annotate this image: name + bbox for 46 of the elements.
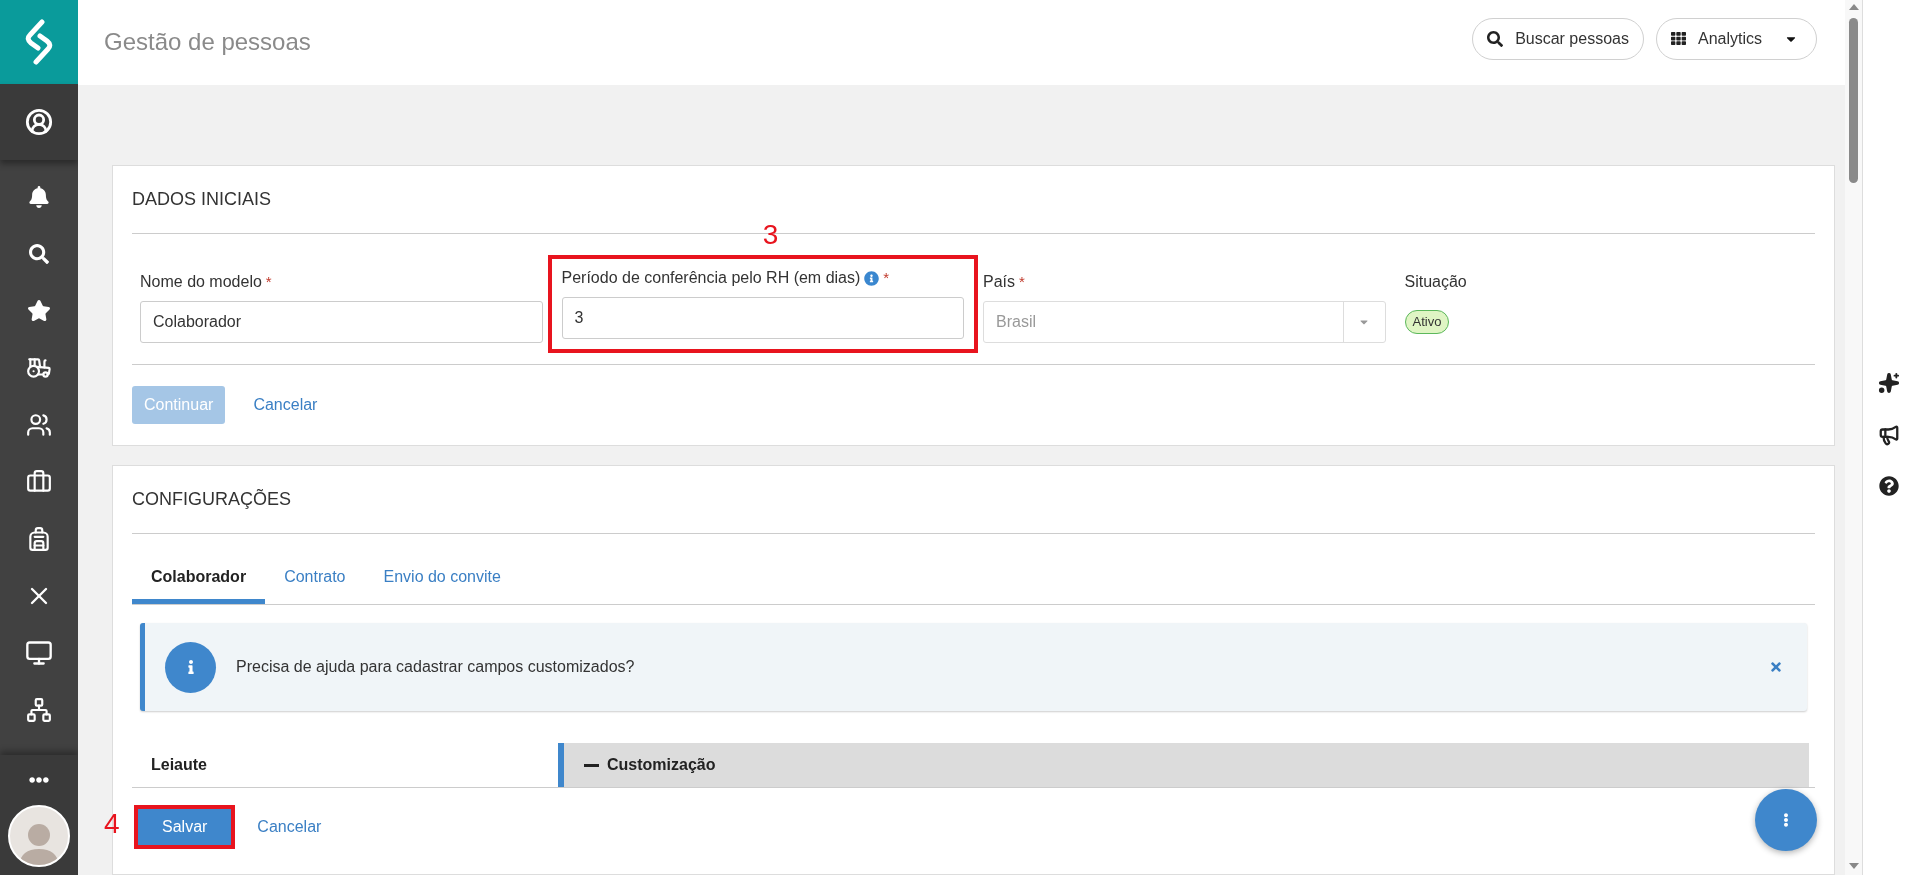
backpack-icon[interactable] [26, 525, 52, 552]
tab[interactable]: Envio do convite [364, 555, 520, 604]
required-asterisk: * [265, 271, 272, 292]
section-label: Customização [607, 755, 716, 775]
info-icon [165, 641, 216, 693]
user-circle-icon[interactable] [25, 108, 53, 136]
star-icon[interactable] [27, 298, 51, 323]
status-badge: Ativo [1404, 310, 1450, 334]
text-field[interactable]: Colaborador [140, 301, 543, 343]
megaphone-icon[interactable] [1877, 424, 1900, 446]
sparkles-icon[interactable] [1877, 372, 1900, 394]
section-title: DADOS INICIAIS [132, 188, 272, 211]
field-label: Período de conferência pelo RH (em dias) [561, 268, 861, 288]
tab[interactable]: Colaborador [132, 555, 266, 604]
text-field[interactable]: 3 [561, 297, 964, 339]
help-icon[interactable] [1878, 476, 1899, 496]
required-asterisk: * [883, 267, 890, 288]
required-asterisk: * [1019, 271, 1025, 292]
page-title: Gestão de pessoas [104, 26, 311, 57]
cancel-link[interactable]: Cancelar [253, 393, 318, 417]
section-title: CONFIGURAÇÕES [132, 488, 291, 511]
tab[interactable]: Contrato [265, 555, 365, 604]
floating-menu-button[interactable] [1755, 789, 1817, 851]
alert-text: Precisa de ajuda para cadastrar campos customizados? [236, 657, 635, 677]
bell-icon[interactable] [28, 185, 50, 208]
annotation-number: 3 [762, 221, 779, 249]
briefcase-icon[interactable] [26, 468, 52, 495]
search-icon [1487, 30, 1504, 47]
logo-icon [24, 19, 54, 65]
monitor-icon[interactable] [25, 638, 53, 667]
scrollbar[interactable] [1845, 0, 1862, 875]
grid-icon [1670, 31, 1686, 46]
cancel-link[interactable]: Cancelar [257, 815, 322, 839]
logo-tile[interactable] [0, 0, 78, 84]
field-label: Nome do modelo [140, 272, 262, 292]
hierarchy-icon[interactable] [26, 696, 52, 723]
select-value: Brasil [995, 312, 1037, 332]
search-icon[interactable] [29, 243, 49, 264]
people-icon[interactable] [26, 411, 52, 438]
layout-label: Leiaute [151, 755, 207, 775]
field-label: País [983, 272, 1015, 292]
customization-header[interactable]: Customização [558, 743, 1809, 787]
collapse-icon [584, 763, 599, 767]
annotation-number: 4 [104, 810, 120, 838]
field-label: Situação [1404, 272, 1467, 292]
info-icon[interactable] [864, 270, 880, 286]
